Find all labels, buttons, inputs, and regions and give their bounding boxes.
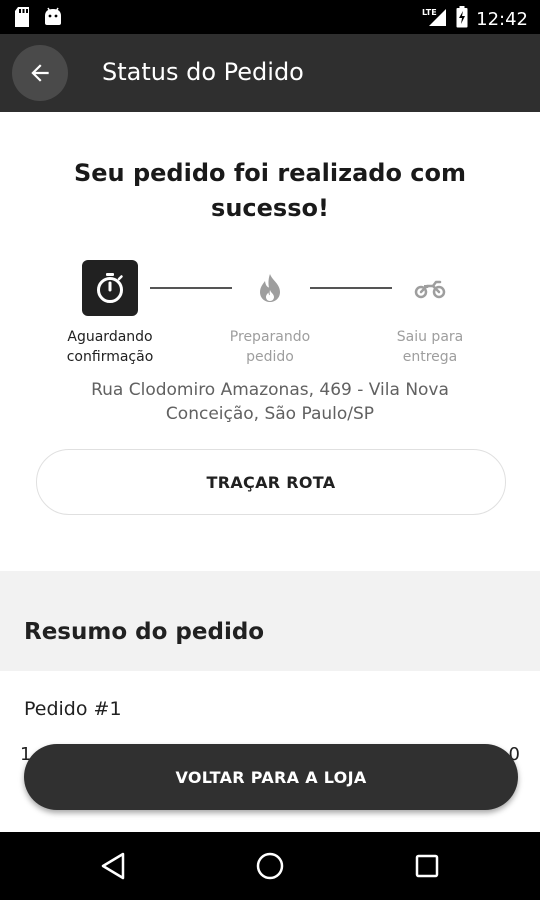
step-label-preparing: Preparando pedido [210,327,330,367]
step-label-awaiting: Aguardando confirmação [50,327,170,367]
summary-title: Resumo do pedido [24,619,265,645]
step-label-line: Saiu para [396,329,464,345]
step-label-line: pedido [246,349,294,365]
trace-route-button[interactable]: TRAÇAR ROTA [36,449,506,515]
step-label-line: Aguardando [67,329,153,345]
success-headline: Seu pedido foi realizado com sucesso! [73,159,467,222]
order-status-content: Seu pedido foi realizado com sucesso! Ag… [0,112,540,832]
motorcycle-icon [414,280,446,299]
back-to-store-button[interactable]: VOLTAR PARA A LOJA [24,744,518,810]
summary-header: Resumo do pedido [0,571,540,671]
circle-home-icon [256,852,284,880]
step-connector [150,287,232,289]
step-label-line: entrega [402,349,458,365]
back-button[interactable] [12,45,68,101]
battery-charging-icon [456,6,468,32]
network-type: LTE [422,8,437,17]
signal-icon: LTE [422,7,448,31]
nav-home-button[interactable] [253,849,287,883]
step-label-delivering: Saiu para entrega [370,327,490,367]
system-nav-bar [0,832,540,900]
page-title: Status do Pedido [102,58,304,86]
nav-recents-button[interactable] [410,849,444,883]
triangle-back-icon [101,852,125,880]
flame-icon [260,274,280,302]
timer-icon [97,273,123,303]
step-preparing [242,260,298,316]
nav-back-button[interactable] [96,849,130,883]
clock: 12:42 [476,8,528,30]
address-line: Conceição, São Paulo/SP [165,404,375,424]
step-label-line: confirmação [66,349,154,365]
order-number: Pedido #1 [24,698,122,720]
status-bar: LTE 12:42 [0,0,540,34]
step-label-line: Preparando [229,329,311,345]
step-connector [310,287,392,289]
step-delivering [402,260,458,316]
delivery-address: Rua Clodomiro Amazonas, 469 - Vila Nova … [30,378,510,426]
sd-card-icon [14,7,30,31]
square-recents-icon [415,854,439,878]
android-icon [44,7,62,31]
app-bar: Status do Pedido [0,34,540,112]
step-awaiting [82,260,138,316]
address-line: Rua Clodomiro Amazonas, 469 - Vila Nova [91,380,449,400]
arrow-back-icon [31,64,49,82]
